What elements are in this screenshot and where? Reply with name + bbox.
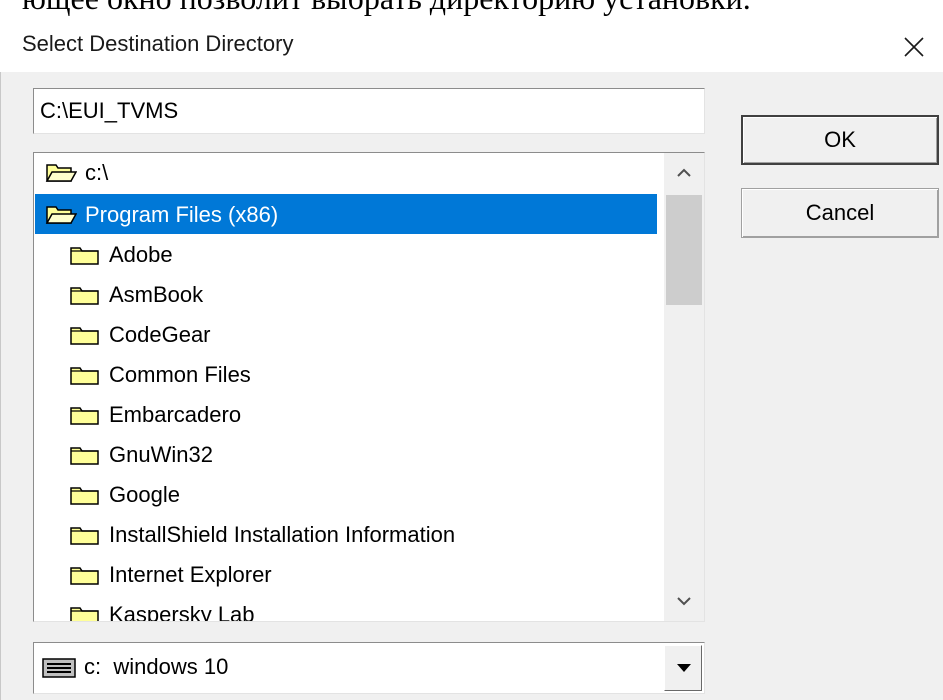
directory-item-label: Adobe [109, 242, 173, 267]
directory-item-label: Common Files [109, 362, 251, 387]
directory-tree-list[interactable]: c:\ Program Files (x86) Adobe AsmBook CodeGe… [33, 152, 705, 622]
open-folder-icon [45, 206, 77, 224]
folder-icon [70, 487, 99, 505]
cancel-button[interactable]: Cancel [741, 188, 939, 238]
folder-icon [70, 327, 99, 345]
drive-dropdown-button[interactable] [664, 645, 702, 691]
directory-item[interactable]: InstallShield Installation Information [35, 514, 660, 554]
document-text-fragment: ющее окно позволит выбрать директорию ус… [0, 0, 943, 22]
folder-icon [70, 287, 99, 305]
directory-item[interactable]: Program Files (x86) [35, 194, 657, 234]
directory-item[interactable]: Google [35, 474, 660, 514]
folder-icon [70, 447, 99, 465]
directory-item[interactable]: c:\ [35, 153, 660, 192]
scroll-up-button[interactable] [664, 153, 704, 193]
drive-select[interactable]: c: windows 10 [33, 642, 705, 694]
folder-icon [70, 367, 99, 385]
ok-button[interactable]: OK [741, 115, 939, 165]
vertical-scrollbar[interactable] [664, 153, 704, 621]
directory-item-label: AsmBook [109, 282, 204, 307]
directory-item[interactable]: Internet Explorer [35, 554, 660, 594]
select-directory-dialog: Select Destination Directory OK Cancel c… [0, 22, 943, 700]
directory-item-label: InstallShield Installation Information [109, 522, 456, 547]
directory-item[interactable]: AsmBook [35, 274, 660, 314]
scrollbar-thumb[interactable] [666, 195, 702, 305]
drive-icon [42, 658, 76, 678]
drive-label: c: windows 10 [84, 654, 228, 680]
document-text: ющее окно позволит выбрать директорию ус… [22, 0, 751, 17]
close-button[interactable] [885, 22, 943, 72]
directory-item[interactable]: GnuWin32 [35, 434, 660, 474]
directory-item[interactable]: Adobe [35, 234, 660, 274]
directory-item[interactable]: Common Files [35, 354, 660, 394]
scroll-down-button[interactable] [664, 581, 704, 621]
directory-item-label: c:\ [85, 160, 109, 185]
directory-item-label: CodeGear [109, 322, 211, 347]
chevron-up-icon [677, 168, 691, 177]
directory-item[interactable]: CodeGear [35, 314, 660, 354]
directory-item[interactable]: Kaspersky Lab [35, 594, 660, 622]
directory-item-label: Kaspersky Lab [109, 602, 255, 622]
title-bar: Select Destination Directory [0, 22, 943, 72]
directory-item-label: Embarcadero [109, 402, 242, 427]
close-icon [904, 37, 924, 57]
directory-item-label: Program Files (x86) [85, 202, 279, 227]
directory-item-label: Google [109, 482, 180, 507]
directory-item[interactable]: Embarcadero [35, 394, 660, 434]
folder-icon [70, 527, 99, 545]
directory-item-label: Internet Explorer [109, 562, 272, 587]
drive-letter: c: [84, 654, 102, 679]
directory-item-label: GnuWin32 [109, 442, 213, 467]
dialog-title: Select Destination Directory [22, 31, 294, 56]
chevron-down-icon [677, 597, 691, 606]
folder-icon [70, 607, 99, 621]
directory-path-input[interactable] [33, 88, 705, 134]
drive-name: windows 10 [113, 654, 229, 679]
folder-icon [70, 407, 99, 425]
dropdown-arrow-icon [677, 664, 691, 672]
folder-icon [70, 247, 99, 265]
folder-icon [70, 567, 99, 585]
open-folder-icon [45, 164, 77, 182]
